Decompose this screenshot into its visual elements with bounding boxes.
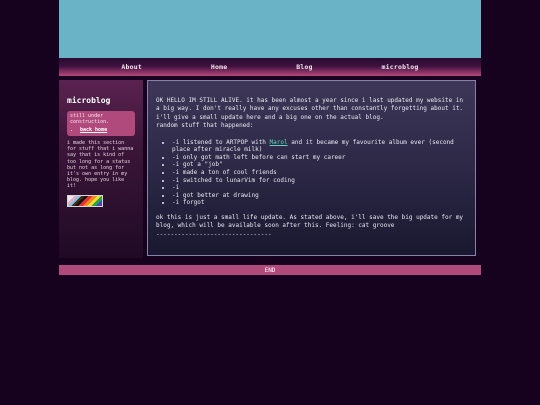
list-item: -i got better at drawing — [172, 192, 467, 200]
list-item: -i got a "job" — [172, 161, 467, 169]
header-banner — [59, 0, 481, 58]
post-outro: ok this is just a small life update. As … — [156, 213, 464, 230]
list-item: -i forgot — [172, 199, 467, 207]
microblog-post: OK HELLO IM STILL ALIVE. it has been alm… — [147, 80, 476, 256]
list-item: -i made a ton of cool friends — [172, 169, 467, 177]
progress-pride-flag-icon — [67, 194, 103, 207]
nav-link-home[interactable]: Home — [211, 63, 227, 71]
list-item: -i — [172, 184, 467, 192]
marol-link[interactable]: Marol — [270, 139, 288, 146]
list-item: -i only got math left before can start m… — [172, 154, 467, 162]
back-home-link[interactable]: back home — [80, 127, 107, 133]
construction-notice: still under construction. back home — [67, 111, 135, 136]
sidebar-description: i made this section for stuff that i wan… — [67, 140, 134, 190]
construction-text: still under construction. — [70, 113, 110, 125]
nav-link-about[interactable]: About — [121, 63, 142, 71]
top-nav: About Home Blog microblog — [59, 58, 481, 76]
sidebar-links: back home — [70, 127, 132, 133]
page-footer: END — [59, 265, 481, 275]
post-subheading: random stuff that happened: — [156, 122, 254, 130]
post-list: -i listened to ARTPOP with Marol and it … — [156, 139, 467, 207]
sidebar-title: microblog — [67, 96, 111, 105]
nav-link-microblog[interactable]: microblog — [382, 63, 419, 71]
sidebar: microblog still under construction. back… — [59, 80, 143, 258]
nav-link-blog[interactable]: Blog — [296, 63, 312, 71]
footer-label: END — [264, 266, 276, 274]
list-item: -i listened to ARTPOP with Marol and it … — [172, 139, 467, 154]
post-intro: OK HELLO IM STILL ALIVE. it has been alm… — [156, 97, 464, 121]
sidebar-link-item: back home — [80, 127, 132, 133]
list-item: -i switched to lunarVim for coding — [172, 177, 467, 185]
page-header: About Home Blog microblog — [59, 0, 481, 76]
list-item-text: -i listened to ARTPOP with — [172, 138, 270, 146]
post-divider: -------------------------------- — [156, 230, 272, 238]
